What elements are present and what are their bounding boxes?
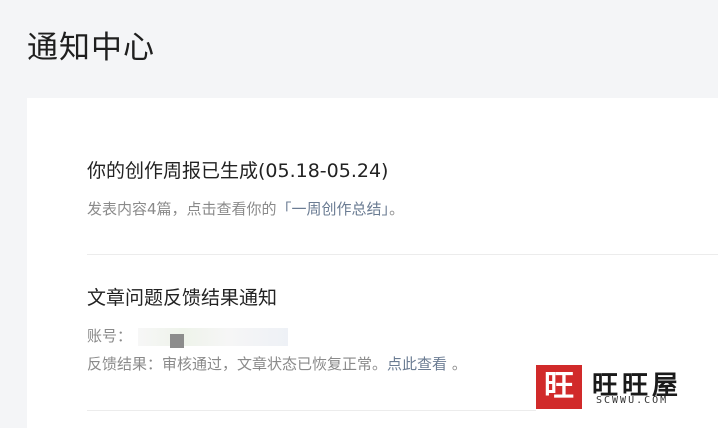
- watermark-seal: 旺: [536, 365, 582, 409]
- watermark-logo: 旺 旺旺屋 SCWWU.COM: [536, 361, 718, 413]
- account-line: 账号：: [87, 325, 718, 348]
- view-details-link[interactable]: 点此查看: [387, 355, 447, 373]
- notification-title[interactable]: 你的创作周报已生成(05.18-05.24): [87, 158, 718, 184]
- result-suffix: 。: [451, 355, 467, 373]
- redaction-block: [170, 333, 185, 348]
- result-text: 审核通过，文章状态已恢复正常。: [162, 355, 388, 373]
- account-value-redacted: [138, 327, 289, 348]
- notification-title[interactable]: 文章问题反馈结果通知: [87, 285, 718, 311]
- desc-suffix: 。: [389, 200, 405, 218]
- notification-item-weekly-report[interactable]: 你的创作周报已生成(05.18-05.24) 发表内容4篇，点击查看你的「一周创…: [87, 158, 718, 220]
- desc-text: 发表内容4篇，点击查看你的: [87, 200, 277, 218]
- result-label: 反馈结果：: [87, 355, 163, 373]
- page-title: 通知中心: [27, 30, 155, 66]
- account-label: 账号：: [87, 327, 133, 345]
- notification-description: 发表内容4篇，点击查看你的「一周创作总结」。: [87, 198, 718, 220]
- divider: [87, 254, 718, 255]
- weekly-summary-link[interactable]: 「一周创作总结」: [277, 200, 390, 218]
- watermark-domain: SCWWU.COM: [596, 395, 669, 406]
